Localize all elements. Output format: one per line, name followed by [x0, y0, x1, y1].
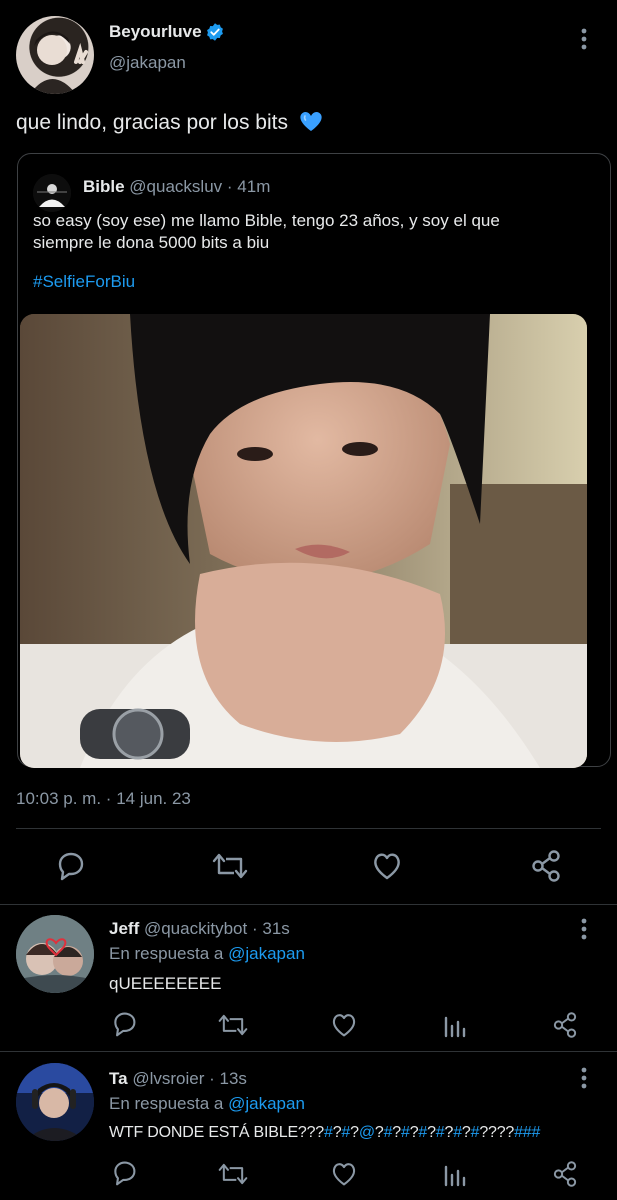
reply-time[interactable]: 31s — [262, 919, 289, 938]
tweet-text-content: que lindo, gracias por los bits — [16, 111, 288, 134]
reply-icon[interactable] — [110, 1011, 138, 1037]
share-icon[interactable] — [530, 849, 562, 883]
reply-context: En respuesta a @jakapan — [109, 1094, 305, 1114]
reply-to-link[interactable]: @jakapan — [228, 1094, 305, 1113]
hashtag-link[interactable]: # — [436, 1124, 445, 1141]
quoted-text-line-2: siempre le dona 5000 bits a biu — [33, 233, 270, 252]
reply-display-name[interactable]: Ta — [109, 1069, 128, 1088]
more-icon[interactable] — [574, 916, 594, 942]
reply-text-part: ? — [461, 1124, 471, 1141]
author-avatar[interactable] — [16, 16, 94, 94]
mention-link[interactable]: @ — [359, 1124, 375, 1141]
like-icon[interactable] — [371, 851, 403, 881]
more-icon[interactable] — [574, 1065, 594, 1091]
divider — [16, 828, 601, 829]
reply-text-part: ? — [444, 1124, 454, 1141]
quoted-display-name[interactable]: Bible — [83, 177, 125, 196]
tweet-time: 10:03 p. m. — [16, 789, 102, 808]
reply-text-part: ? — [392, 1124, 401, 1141]
separator-dot: · — [105, 789, 112, 808]
separator-dot: · — [226, 177, 233, 196]
reply-text: qUEEEEEEEE — [109, 974, 222, 993]
tweet-text: que lindo, gracias por los bits — [16, 109, 324, 135]
like-icon[interactable] — [330, 1012, 358, 1038]
views-icon[interactable] — [443, 1012, 467, 1038]
reply-header: Ta @lvsroier · 13s — [109, 1069, 247, 1089]
quoted-time[interactable]: 41m — [237, 177, 270, 196]
hashtag-link[interactable]: # — [453, 1124, 462, 1141]
reply-icon[interactable] — [110, 1160, 138, 1186]
reply-handle[interactable]: @lvsroier — [132, 1069, 204, 1088]
reply-avatar[interactable] — [16, 915, 94, 993]
share-icon[interactable] — [552, 1160, 578, 1188]
hashtag-link[interactable]: # — [471, 1124, 480, 1141]
more-icon[interactable] — [574, 26, 594, 52]
reply-text-part: ? — [427, 1124, 436, 1141]
quoted-header: Bible @quacksluv · 41m — [83, 177, 270, 197]
quoted-text-line-1: so easy (soy ese) me llamo Bible, tengo … — [33, 211, 500, 230]
reply-context: En respuesta a @jakapan — [109, 944, 305, 964]
share-icon[interactable] — [552, 1011, 578, 1039]
reply-text-part: ? — [350, 1124, 359, 1141]
reply-text-part: ? — [374, 1124, 384, 1141]
reply-handle[interactable]: @quackitybot — [144, 919, 247, 938]
verified-badge-icon — [205, 22, 225, 42]
views-icon[interactable] — [443, 1161, 467, 1187]
retweet-icon[interactable] — [218, 1012, 248, 1038]
reply-icon[interactable] — [54, 851, 86, 881]
author-handle[interactable]: @jakapan — [109, 53, 186, 73]
quoted-handle[interactable]: @quacksluv — [129, 177, 222, 196]
author-display-name[interactable]: Beyourluve — [109, 22, 202, 42]
retweet-icon[interactable] — [218, 1161, 248, 1187]
separator-dot: · — [251, 919, 258, 938]
reply-text: WTF DONDE ESTÁ BIBLE???#?#?@?#?#?#?#?#?#… — [109, 1124, 540, 1142]
hashtag-link[interactable]: # — [324, 1124, 333, 1141]
divider — [0, 904, 617, 905]
reply-avatar[interactable] — [16, 1063, 94, 1141]
reply-text-part: ???? — [479, 1124, 515, 1141]
quoted-hashtag-link[interactable]: #SelfieForBiu — [33, 272, 135, 292]
reply-context-prefix: En respuesta a — [109, 1094, 224, 1113]
quoted-media-image[interactable] — [20, 314, 587, 768]
separator-dot: · — [209, 1069, 215, 1088]
reply-time[interactable]: 13s — [220, 1069, 247, 1088]
hashtag-link[interactable]: # — [341, 1124, 350, 1141]
hashtag-link[interactable]: # — [384, 1124, 393, 1141]
reply-text-part: WTF DONDE ESTÁ BIBLE??? — [109, 1124, 325, 1141]
blue-heart-emoji-icon — [298, 109, 324, 133]
tweet-date: 14 jun. 23 — [116, 789, 191, 808]
hashtag-link[interactable]: # — [401, 1124, 410, 1141]
reply-context-prefix: En respuesta a — [109, 944, 224, 963]
quoted-author-avatar[interactable] — [33, 174, 71, 212]
retweet-icon[interactable] — [212, 851, 248, 881]
hashtag-link[interactable]: # — [418, 1124, 427, 1141]
tweet-timestamp[interactable]: 10:03 p. m. · 14 jun. 23 — [16, 789, 191, 809]
hashtag-link[interactable]: ### — [514, 1124, 540, 1141]
reply-header: Jeff @quackitybot · 31s — [109, 919, 290, 939]
like-icon[interactable] — [330, 1161, 358, 1187]
reply-display-name[interactable]: Jeff — [109, 919, 139, 938]
divider — [0, 1051, 617, 1052]
reply-to-link[interactable]: @jakapan — [228, 944, 305, 963]
